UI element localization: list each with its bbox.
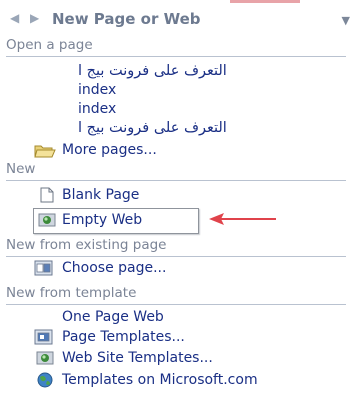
web-icon (38, 213, 56, 227)
recent-page-link[interactable]: التعرف على فرونت بيج ا (78, 119, 278, 137)
web-site-templates-link[interactable]: Web Site Templates... (62, 349, 213, 367)
folder-open-icon (34, 145, 56, 158)
templates-on-microsoft-link[interactable]: Templates on Microsoft.com (62, 371, 258, 389)
annotation-arrow-icon (209, 213, 276, 225)
task-pane-title: New Page or Web (52, 10, 201, 28)
section-new: New (6, 160, 346, 181)
section-open-a-page: Open a page (6, 36, 346, 57)
one-page-web-link[interactable]: One Page Web (62, 308, 164, 326)
task-pane: ◀ ▶ New Page or Web ▼ Open a page التعرف… (0, 0, 361, 394)
section-new-from-existing: New from existing page (6, 236, 346, 257)
top-strip-segment (230, 0, 300, 3)
section-new-from-template: New from template (6, 284, 346, 305)
blank-page-link[interactable]: Blank Page (62, 186, 139, 204)
globe-icon (37, 372, 53, 388)
recent-page-link[interactable]: التعرف على فرونت بيج ا (78, 62, 278, 80)
recent-page-link[interactable]: index (78, 81, 116, 99)
choose-page-link[interactable]: Choose page... (62, 259, 166, 277)
task-pane-titlebar: ◀ ▶ New Page or Web ▼ (6, 6, 358, 32)
more-pages-link[interactable]: More pages... (62, 141, 157, 159)
blank-page-icon (40, 187, 54, 203)
page-templates-icon (34, 329, 53, 345)
recent-page-link[interactable]: index (78, 100, 116, 118)
dropdown-icon[interactable]: ▼ (342, 14, 350, 27)
empty-web-link[interactable]: Empty Web (62, 211, 142, 229)
back-arrow-icon[interactable]: ◀ (10, 12, 19, 24)
forward-arrow-icon[interactable]: ▶ (30, 12, 39, 24)
web-site-templates-icon (36, 351, 54, 365)
page-templates-link[interactable]: Page Templates... (62, 328, 185, 346)
choose-page-icon (34, 260, 53, 276)
